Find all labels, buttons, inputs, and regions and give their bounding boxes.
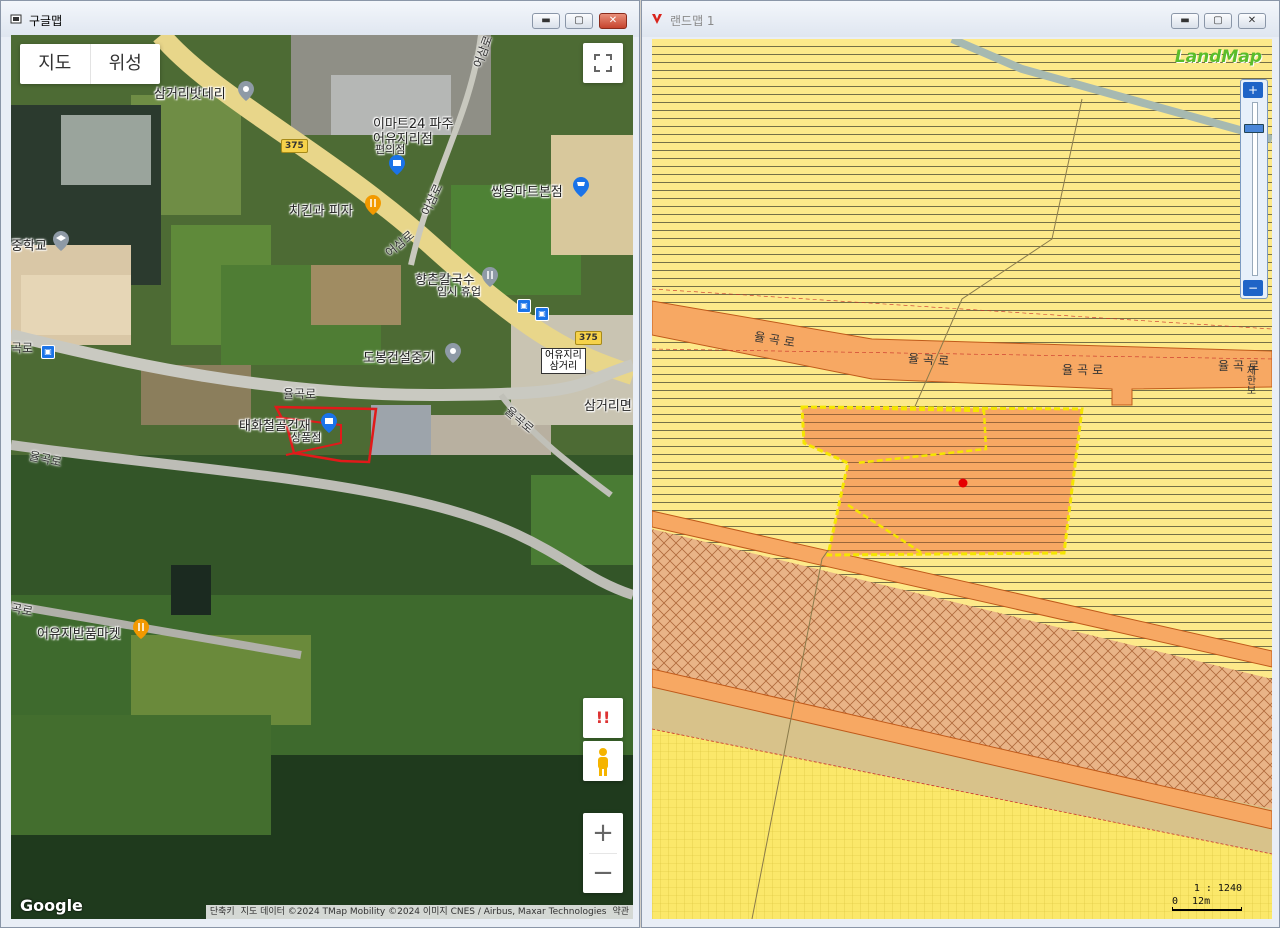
pegman-icon: [598, 748, 608, 776]
landmap-logo: LandMap: [1174, 47, 1262, 67]
landmap-window: 랜드맵 1 ▬ ▢ ✕ 율곡로 율곡로 율곡로 율곡로 제한보 LandMap …: [641, 0, 1280, 928]
bus-stop-icon[interactable]: ▣: [41, 345, 55, 359]
zoom-control: + −: [583, 813, 623, 893]
zoning-map-layers: [652, 39, 1272, 919]
road-label: 율곡로: [283, 387, 317, 401]
minimize-button[interactable]: ▬: [532, 13, 560, 29]
restaurant-pin-icon[interactable]: [133, 619, 149, 639]
app-icon: [10, 14, 22, 24]
route-shield: 375: [575, 331, 602, 345]
road-label: 곡로: [11, 601, 35, 619]
terms-link[interactable]: 약관: [612, 905, 629, 919]
scale-ratio: 1 : 1240: [1193, 883, 1242, 894]
place-label[interactable]: 치킨과 피자: [289, 200, 353, 219]
bus-stop-icon[interactable]: ▣: [535, 307, 549, 321]
fullscreen-icon: [594, 54, 612, 72]
maximize-button[interactable]: ▢: [565, 13, 593, 29]
map-type-control: 지도 위성: [20, 44, 160, 84]
location-pin-icon[interactable]: [445, 343, 461, 363]
scale-bar: 1 : 1240 0 12m: [1172, 883, 1242, 911]
zoom-out-button[interactable]: −: [583, 853, 623, 893]
scale-length: 12m: [1192, 896, 1211, 907]
bus-stop-icon[interactable]: ▣: [517, 299, 531, 313]
scale-zero: 0: [1172, 896, 1179, 907]
road-label: 곡로: [11, 341, 34, 355]
warning-button[interactable]: !!: [583, 698, 623, 738]
close-button[interactable]: ✕: [1238, 13, 1266, 29]
satellite-view-button[interactable]: 위성: [89, 44, 161, 84]
map-view-button[interactable]: 지도: [20, 44, 90, 84]
road-label: 율곡로: [1062, 363, 1108, 377]
street-view-button[interactable]: [583, 741, 623, 781]
satellite-map[interactable]: 삼거리밧데리 이마트24 파주 어유지리점 편의점 치킨과 피자 쌍용마트본점 …: [11, 35, 633, 919]
place-label[interactable]: 도봉건설중기: [363, 347, 435, 366]
vertical-zone-label: 제한보: [1244, 365, 1255, 395]
location-pin-icon[interactable]: [238, 81, 254, 101]
satellite-imagery: [11, 35, 633, 919]
place-label[interactable]: 중학교: [11, 235, 47, 254]
school-pin-icon[interactable]: [53, 231, 69, 251]
close-button[interactable]: ✕: [599, 13, 627, 29]
restaurant-pin-icon[interactable]: [482, 267, 498, 287]
zoom-out-button[interactable]: −: [1243, 280, 1263, 296]
place-category: 상품점: [291, 431, 322, 444]
restaurant-pin-icon[interactable]: [365, 195, 381, 215]
title-bar[interactable]: 랜드맵 1 ▬ ▢ ✕: [642, 1, 1279, 37]
data-attribution: 지도 데이터 ©2024 TMap Mobility ©2024 이미지 CNE…: [240, 907, 607, 917]
window-title: 랜드맵 1: [670, 14, 715, 28]
cadastral-map[interactable]: 율곡로 율곡로 율곡로 율곡로 제한보 LandMap + − 1 : 1240…: [652, 39, 1272, 919]
google-logo: Google: [20, 896, 83, 915]
route-shield: 375: [281, 139, 308, 153]
zoom-in-button[interactable]: +: [583, 813, 623, 853]
title-bar[interactable]: 구글맵 ▬ ▢ ✕: [1, 1, 639, 37]
shopping-cart-pin-icon[interactable]: [573, 177, 589, 197]
map-attribution: 단축키 지도 데이터 ©2024 TMap Mobility ©2024 이미지…: [205, 905, 633, 919]
maximize-button[interactable]: ▢: [1204, 13, 1232, 29]
place-label[interactable]: 어유지반품마켓: [37, 623, 121, 642]
zoom-slider: + −: [1240, 79, 1268, 299]
place-label[interactable]: 삼거리면: [584, 395, 632, 414]
zoom-in-button[interactable]: +: [1243, 82, 1263, 98]
scale-line: [1172, 907, 1242, 911]
place-label[interactable]: 삼거리밧데리: [154, 83, 226, 102]
fullscreen-button[interactable]: [583, 43, 623, 83]
place-label[interactable]: 쌍용마트본점: [491, 181, 563, 200]
landmap-app-icon: [652, 14, 662, 24]
shortcuts-link[interactable]: 단축키: [210, 905, 235, 919]
road-label: 율곡로: [907, 351, 954, 369]
place-status: 임시 휴업: [437, 285, 481, 298]
shop-pin-icon[interactable]: [321, 413, 337, 433]
google-map-window: 구글맵 ▬ ▢ ✕ 삼거리밧데리 이마트24 파주 어유지리점 편의점 치킨과 …: [0, 0, 640, 928]
zoom-slider-handle[interactable]: [1244, 124, 1264, 133]
intersection-label: 어유지리 삼거리: [541, 348, 586, 374]
minimize-button[interactable]: ▬: [1171, 13, 1199, 29]
shop-pin-icon[interactable]: [389, 155, 405, 175]
window-title: 구글맵: [29, 14, 63, 28]
